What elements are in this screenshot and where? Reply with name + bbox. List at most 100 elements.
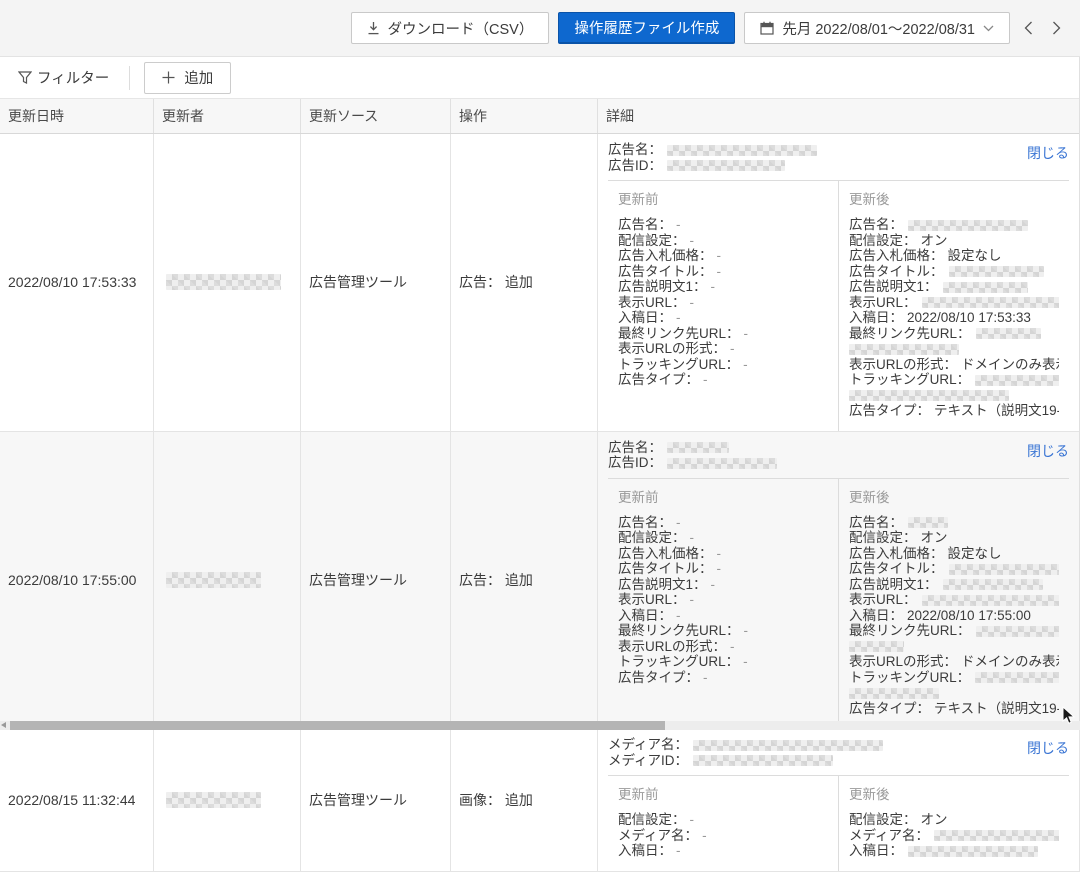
field-value: -	[702, 828, 707, 843]
download-csv-button[interactable]: ダウンロード（CSV）	[351, 12, 550, 44]
column-header-datetime[interactable]: 更新日時	[0, 99, 153, 133]
field-label: 広告タイプ：	[849, 701, 930, 716]
add-label: 追加	[184, 67, 213, 88]
detail-field: 広告説明文1：-	[618, 577, 828, 593]
field-label: 配信設定：	[618, 233, 686, 248]
field-label: 広告タイプ：	[618, 372, 699, 387]
field-label: 表示URLの形式：	[849, 357, 957, 372]
detail-field: 広告タイプ：-	[618, 670, 828, 686]
field-value: -	[676, 843, 681, 858]
field-label: メディアID：	[608, 753, 688, 768]
detail-field: 広告ID：	[608, 158, 817, 174]
chevron-right-icon	[1052, 21, 1061, 35]
close-link[interactable]: 閉じる	[1027, 738, 1069, 758]
scroll-left-arrow-icon[interactable]	[1, 722, 6, 728]
detail-field: 広告名：	[608, 440, 777, 456]
detail-field: 最終リンク先URL：-	[618, 326, 828, 342]
pane-title: 更新前	[618, 486, 828, 506]
detail-field: 表示URL：	[849, 592, 1059, 608]
detail-field: 広告ID：	[608, 455, 777, 471]
source-cell: 広告管理ツール	[300, 729, 450, 871]
field-label: トラッキングURL：	[618, 357, 739, 372]
field-value: -	[690, 812, 695, 827]
detail-field: メディア名：-	[618, 828, 828, 844]
field-label: 広告入札価格：	[849, 248, 944, 263]
close-link[interactable]: 閉じる	[1027, 143, 1069, 163]
operation-value: 画像： 追加	[459, 790, 533, 810]
field-value: -	[676, 515, 681, 530]
create-history-file-button[interactable]: 操作履歴ファイル作成	[558, 12, 735, 44]
horizontal-scrollbar-thumb[interactable]	[10, 721, 665, 730]
field-label: 最終リンク先URL：	[849, 623, 971, 638]
field-label: 最終リンク先URL：	[849, 326, 971, 341]
detail-header: 広告名：広告ID： 閉じる	[608, 139, 1069, 180]
field-value: -	[690, 530, 695, 545]
field-label: 広告名：	[608, 142, 662, 157]
datetime-value: 2022/08/10 17:55:00	[8, 572, 136, 588]
operation-cell: 広告： 追加	[450, 134, 597, 431]
detail-field: 表示URLの形式：ドメインのみ表示する	[849, 654, 1059, 670]
column-header-updater[interactable]: 更新者	[153, 99, 300, 133]
add-button[interactable]: 追加	[144, 62, 231, 94]
pane-title: 更新前	[618, 188, 828, 208]
divider	[129, 66, 130, 90]
field-label: メディア名：	[849, 828, 929, 843]
field-label: 配信設定：	[618, 530, 686, 545]
field-label: 広告名：	[849, 217, 903, 232]
field-label: 広告入札価格：	[618, 248, 713, 263]
table-row: 2022/08/10 17:55:00広告管理ツール広告： 追加広告名：広告ID…	[0, 432, 1079, 730]
detail-field: 表示URLの形式：-	[618, 639, 828, 655]
field-value: -	[717, 546, 722, 561]
next-period-button[interactable]	[1047, 21, 1066, 35]
before-after-compare: 更新前広告名：-配信設定：-広告入札価格：-広告タイトル：-広告説明文1：-表示…	[608, 478, 1069, 729]
detail-header: 広告名：広告ID： 閉じる	[608, 437, 1069, 478]
detail-field: 広告タイトル：-	[618, 264, 828, 280]
detail-field: 表示URL：	[849, 295, 1059, 311]
field-label: 広告説明文1：	[618, 279, 707, 294]
detail-field: 広告タイプ：-	[618, 372, 828, 388]
detail-cell: 広告名：広告ID：閉じる更新前広告名：-配信設定：-広告入札価格：-広告タイトル…	[597, 134, 1079, 431]
column-header-source[interactable]: 更新ソース	[300, 99, 450, 133]
field-label: 広告入札価格：	[849, 546, 944, 561]
after-pane: 更新後広告名：配信設定：オン広告入札価格：設定なし広告タイトル：広告説明文1：表…	[838, 479, 1069, 729]
datetime-cell: 2022/08/15 11:32:44	[0, 729, 153, 871]
detail-field: 広告入札価格：-	[618, 546, 828, 562]
redacted-text	[693, 755, 833, 766]
field-value: -	[690, 295, 695, 310]
detail-id-lines: 広告名：広告ID：	[608, 142, 817, 173]
filter-button[interactable]: フィルター	[12, 66, 115, 89]
column-header-detail[interactable]: 詳細	[597, 99, 1079, 133]
field-value: ドメインのみ表示する	[961, 357, 1059, 372]
before-pane: 更新前広告名：-配信設定：-広告入札価格：-広告タイトル：-広告説明文1：-表示…	[608, 479, 838, 729]
detail-field: 配信設定：-	[618, 812, 828, 828]
field-label: 配信設定：	[849, 233, 917, 248]
detail-id-lines: メディア名：メディアID：	[608, 737, 883, 768]
datetime-cell: 2022/08/10 17:53:33	[0, 134, 153, 431]
operation-history-table: 更新日時 更新者 更新ソース 操作 詳細 2022/08/10 17:53:33…	[0, 98, 1080, 872]
close-link[interactable]: 閉じる	[1027, 441, 1069, 461]
redacted-text	[667, 442, 729, 453]
plus-icon	[162, 71, 175, 84]
field-value: ドメインのみ表示する	[961, 654, 1059, 669]
redacted-text	[975, 672, 1059, 683]
filter-funnel-icon	[18, 71, 32, 84]
download-csv-label: ダウンロード（CSV）	[388, 18, 534, 39]
detail-field: トラッキングURL：	[849, 372, 1059, 388]
prev-period-button[interactable]	[1019, 21, 1038, 35]
column-header-operation[interactable]: 操作	[450, 99, 597, 133]
field-value: -	[676, 217, 681, 232]
detail-field: 表示URLの形式：-	[618, 341, 828, 357]
redacted-text	[976, 626, 1059, 637]
field-value: -	[730, 341, 735, 356]
field-label: 広告説明文1：	[618, 577, 707, 592]
updater-cell	[153, 134, 300, 431]
redacted-text	[693, 740, 883, 751]
detail-field: 配信設定：オン	[849, 530, 1059, 546]
horizontal-scrollbar[interactable]	[0, 721, 1080, 730]
operation-value: 広告： 追加	[459, 272, 533, 292]
redacted-text	[166, 274, 281, 290]
detail-field-continuation	[849, 685, 1059, 701]
detail-field: 広告タイトル：-	[618, 561, 828, 577]
date-range-selector[interactable]: 先月 2022/08/01～2022/08/31	[744, 12, 1010, 44]
field-value: オン	[921, 812, 948, 827]
